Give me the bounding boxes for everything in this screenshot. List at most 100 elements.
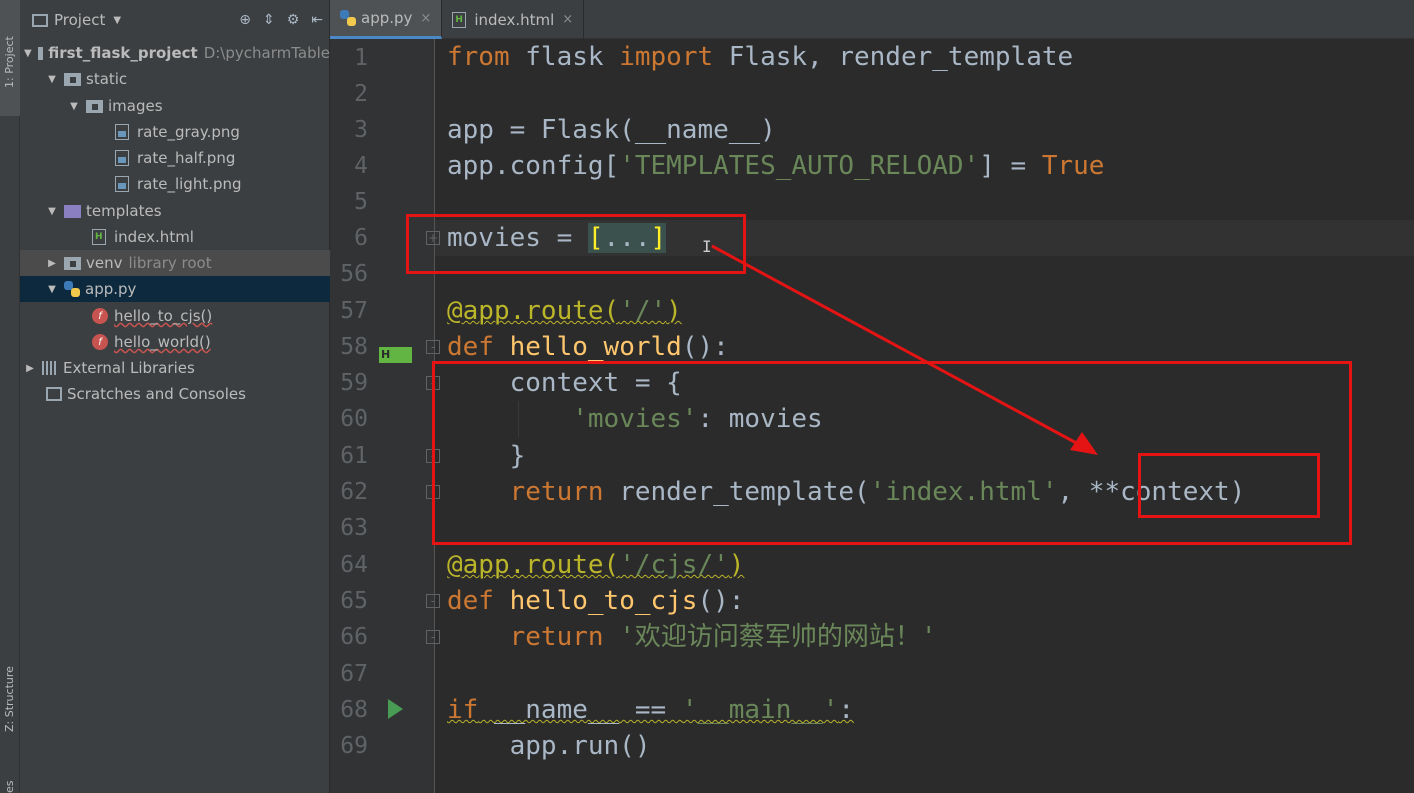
expand-arrow-icon[interactable]: ▼	[24, 48, 32, 59]
string-literal: '__main__'	[681, 695, 839, 725]
code-line-57: @app.route('/')	[447, 293, 682, 329]
tree-item-hint: library root	[128, 254, 212, 272]
tree-item-rate-half[interactable]: rate_half.png	[20, 145, 330, 171]
tab-app-py[interactable]: app.py ×	[330, 0, 443, 39]
expand-arrow-icon[interactable]: ▼	[46, 284, 58, 295]
tree-item-images[interactable]: ▼ images	[20, 93, 330, 119]
favorites-tool-tab[interactable]: es	[0, 765, 20, 793]
tree-item-label: rate_half.png	[137, 149, 236, 167]
code-token: app.run()	[447, 731, 651, 761]
line-number: 5	[354, 189, 368, 215]
structure-tool-tab[interactable]: Z: Structure	[0, 640, 20, 750]
line-number: 2	[354, 81, 368, 107]
code-token: Flask, render_template	[713, 42, 1074, 72]
image-file-icon	[115, 150, 129, 166]
tree-item-external-libraries[interactable]: ▶ External Libraries	[20, 355, 330, 381]
python-file-icon	[64, 281, 80, 297]
library-icon	[42, 361, 58, 375]
tree-item-label: images	[108, 97, 163, 115]
tree-item-label: rate_light.png	[137, 175, 242, 193]
tool-window-strip: 1: Project Z: Structure es	[0, 0, 20, 793]
line-number: 58	[340, 334, 368, 360]
line-number: 65	[340, 588, 368, 614]
expand-arrow-icon[interactable]: ▶	[46, 258, 58, 269]
tree-item-label: first_flask_project	[48, 44, 198, 62]
code-line-1: from flask import Flask, render_template	[447, 39, 1073, 75]
line-number: 4	[354, 153, 368, 179]
tree-item-label: venv	[86, 254, 123, 272]
project-tool-tab-label: 1: Project	[3, 36, 16, 88]
tree-item-label: index.html	[114, 228, 194, 246]
folder-icon	[37, 46, 51, 60]
keyword: import	[619, 42, 714, 72]
expand-arrow-icon[interactable]: ▼	[68, 101, 80, 112]
tree-item-label: Scratches and Consoles	[67, 385, 246, 403]
tree-item-project-root[interactable]: ▼ first_flask_project D:\pycharmTable	[20, 40, 330, 66]
tree-item-label: External Libraries	[63, 359, 195, 377]
line-number: 57	[340, 298, 368, 324]
tree-item-templates[interactable]: ▼ templates	[20, 198, 330, 224]
string-literal: '/'	[619, 296, 667, 326]
tree-item-scratches[interactable]: Scratches and Consoles	[20, 381, 330, 407]
tree-item-venv[interactable]: ▶ venv library root	[20, 250, 330, 276]
tree-item-app-py[interactable]: ▼ app.py	[20, 276, 330, 302]
fold-collapse-icon[interactable]: -	[426, 594, 440, 608]
folder-icon	[64, 204, 81, 218]
code-token: ():	[681, 332, 729, 362]
tree-item-label: hello_world()	[114, 333, 211, 351]
tree-item-static[interactable]: ▼ static	[20, 66, 330, 92]
line-number: 56	[340, 261, 368, 287]
gutter-badge-label: H	[381, 348, 391, 361]
code-line-65: def hello_to_cjs():	[447, 583, 744, 619]
code-line-69: app.run()	[447, 728, 651, 764]
line-number: 59	[340, 370, 368, 396]
favorites-tool-tab-label: es	[3, 780, 16, 793]
chevron-down-icon[interactable]: ▼	[113, 15, 121, 26]
run-icon[interactable]	[388, 699, 403, 719]
close-icon[interactable]: ×	[562, 12, 573, 27]
expand-arrow-icon[interactable]: ▼	[46, 206, 58, 217]
tab-index-html[interactable]: index.html ×	[442, 0, 585, 39]
tree-item-label: hello_to_cjs()	[114, 307, 213, 325]
expand-arrow-icon[interactable]: ▶	[24, 363, 36, 374]
folder-icon	[64, 256, 81, 270]
editor-tab-bar: app.py × index.html ×	[330, 0, 1414, 39]
line-number: 64	[340, 552, 368, 578]
project-panel-header: Project ▼ ⊕ ⇕ ⚙ ⇤	[20, 0, 329, 40]
line-number: 69	[340, 733, 368, 759]
code-line-4: app.config['TEMPLATES_AUTO_RELOAD'] = Tr…	[447, 148, 1104, 184]
folder-icon	[64, 72, 81, 86]
project-panel: Project ▼ ⊕ ⇕ ⚙ ⇤ ▼ first_flask_project …	[20, 0, 330, 793]
tree-item-hello-world[interactable]: f hello_world()	[20, 329, 330, 355]
fold-collapse-icon[interactable]: -	[426, 340, 440, 354]
line-number: 61	[340, 443, 368, 469]
line-number: 63	[340, 515, 368, 541]
project-tool-tab[interactable]: 1: Project	[0, 0, 20, 116]
expand-arrow-icon[interactable]: ▼	[46, 74, 58, 85]
line-number: 60	[340, 406, 368, 432]
html-file-icon	[92, 229, 106, 245]
code-line-64: @app.route('/cjs/')	[447, 547, 744, 583]
line-number: 1	[354, 45, 368, 71]
string-literal: 'TEMPLATES_AUTO_RELOAD'	[619, 151, 980, 181]
fold-end-icon[interactable]: -	[426, 630, 440, 644]
tree-item-rate-light[interactable]: rate_light.png	[20, 171, 330, 197]
keyword: return	[509, 622, 604, 652]
project-panel-title[interactable]: Project	[54, 11, 105, 29]
folder-icon	[86, 99, 103, 113]
close-icon[interactable]: ×	[420, 11, 431, 26]
tree-item-rate-gray[interactable]: rate_gray.png	[20, 119, 330, 145]
locate-icon[interactable]: ⊕	[239, 12, 251, 28]
function-name: hello_to_cjs	[493, 586, 698, 616]
html-template-gutter-icon[interactable]: H	[379, 347, 412, 363]
code-token: app.config[	[447, 151, 620, 181]
gear-icon[interactable]: ⚙	[287, 12, 300, 28]
tree-item-hello-to-cjs[interactable]: f hello_to_cjs()	[20, 303, 330, 329]
function-icon: f	[92, 334, 108, 350]
tree-item-index-html[interactable]: index.html	[20, 224, 330, 250]
line-number: 62	[340, 479, 368, 505]
code-line-3: app = Flask(__name__)	[447, 112, 776, 148]
hide-panel-icon[interactable]: ⇤	[311, 12, 323, 28]
collapse-all-icon[interactable]: ⇕	[263, 12, 275, 28]
